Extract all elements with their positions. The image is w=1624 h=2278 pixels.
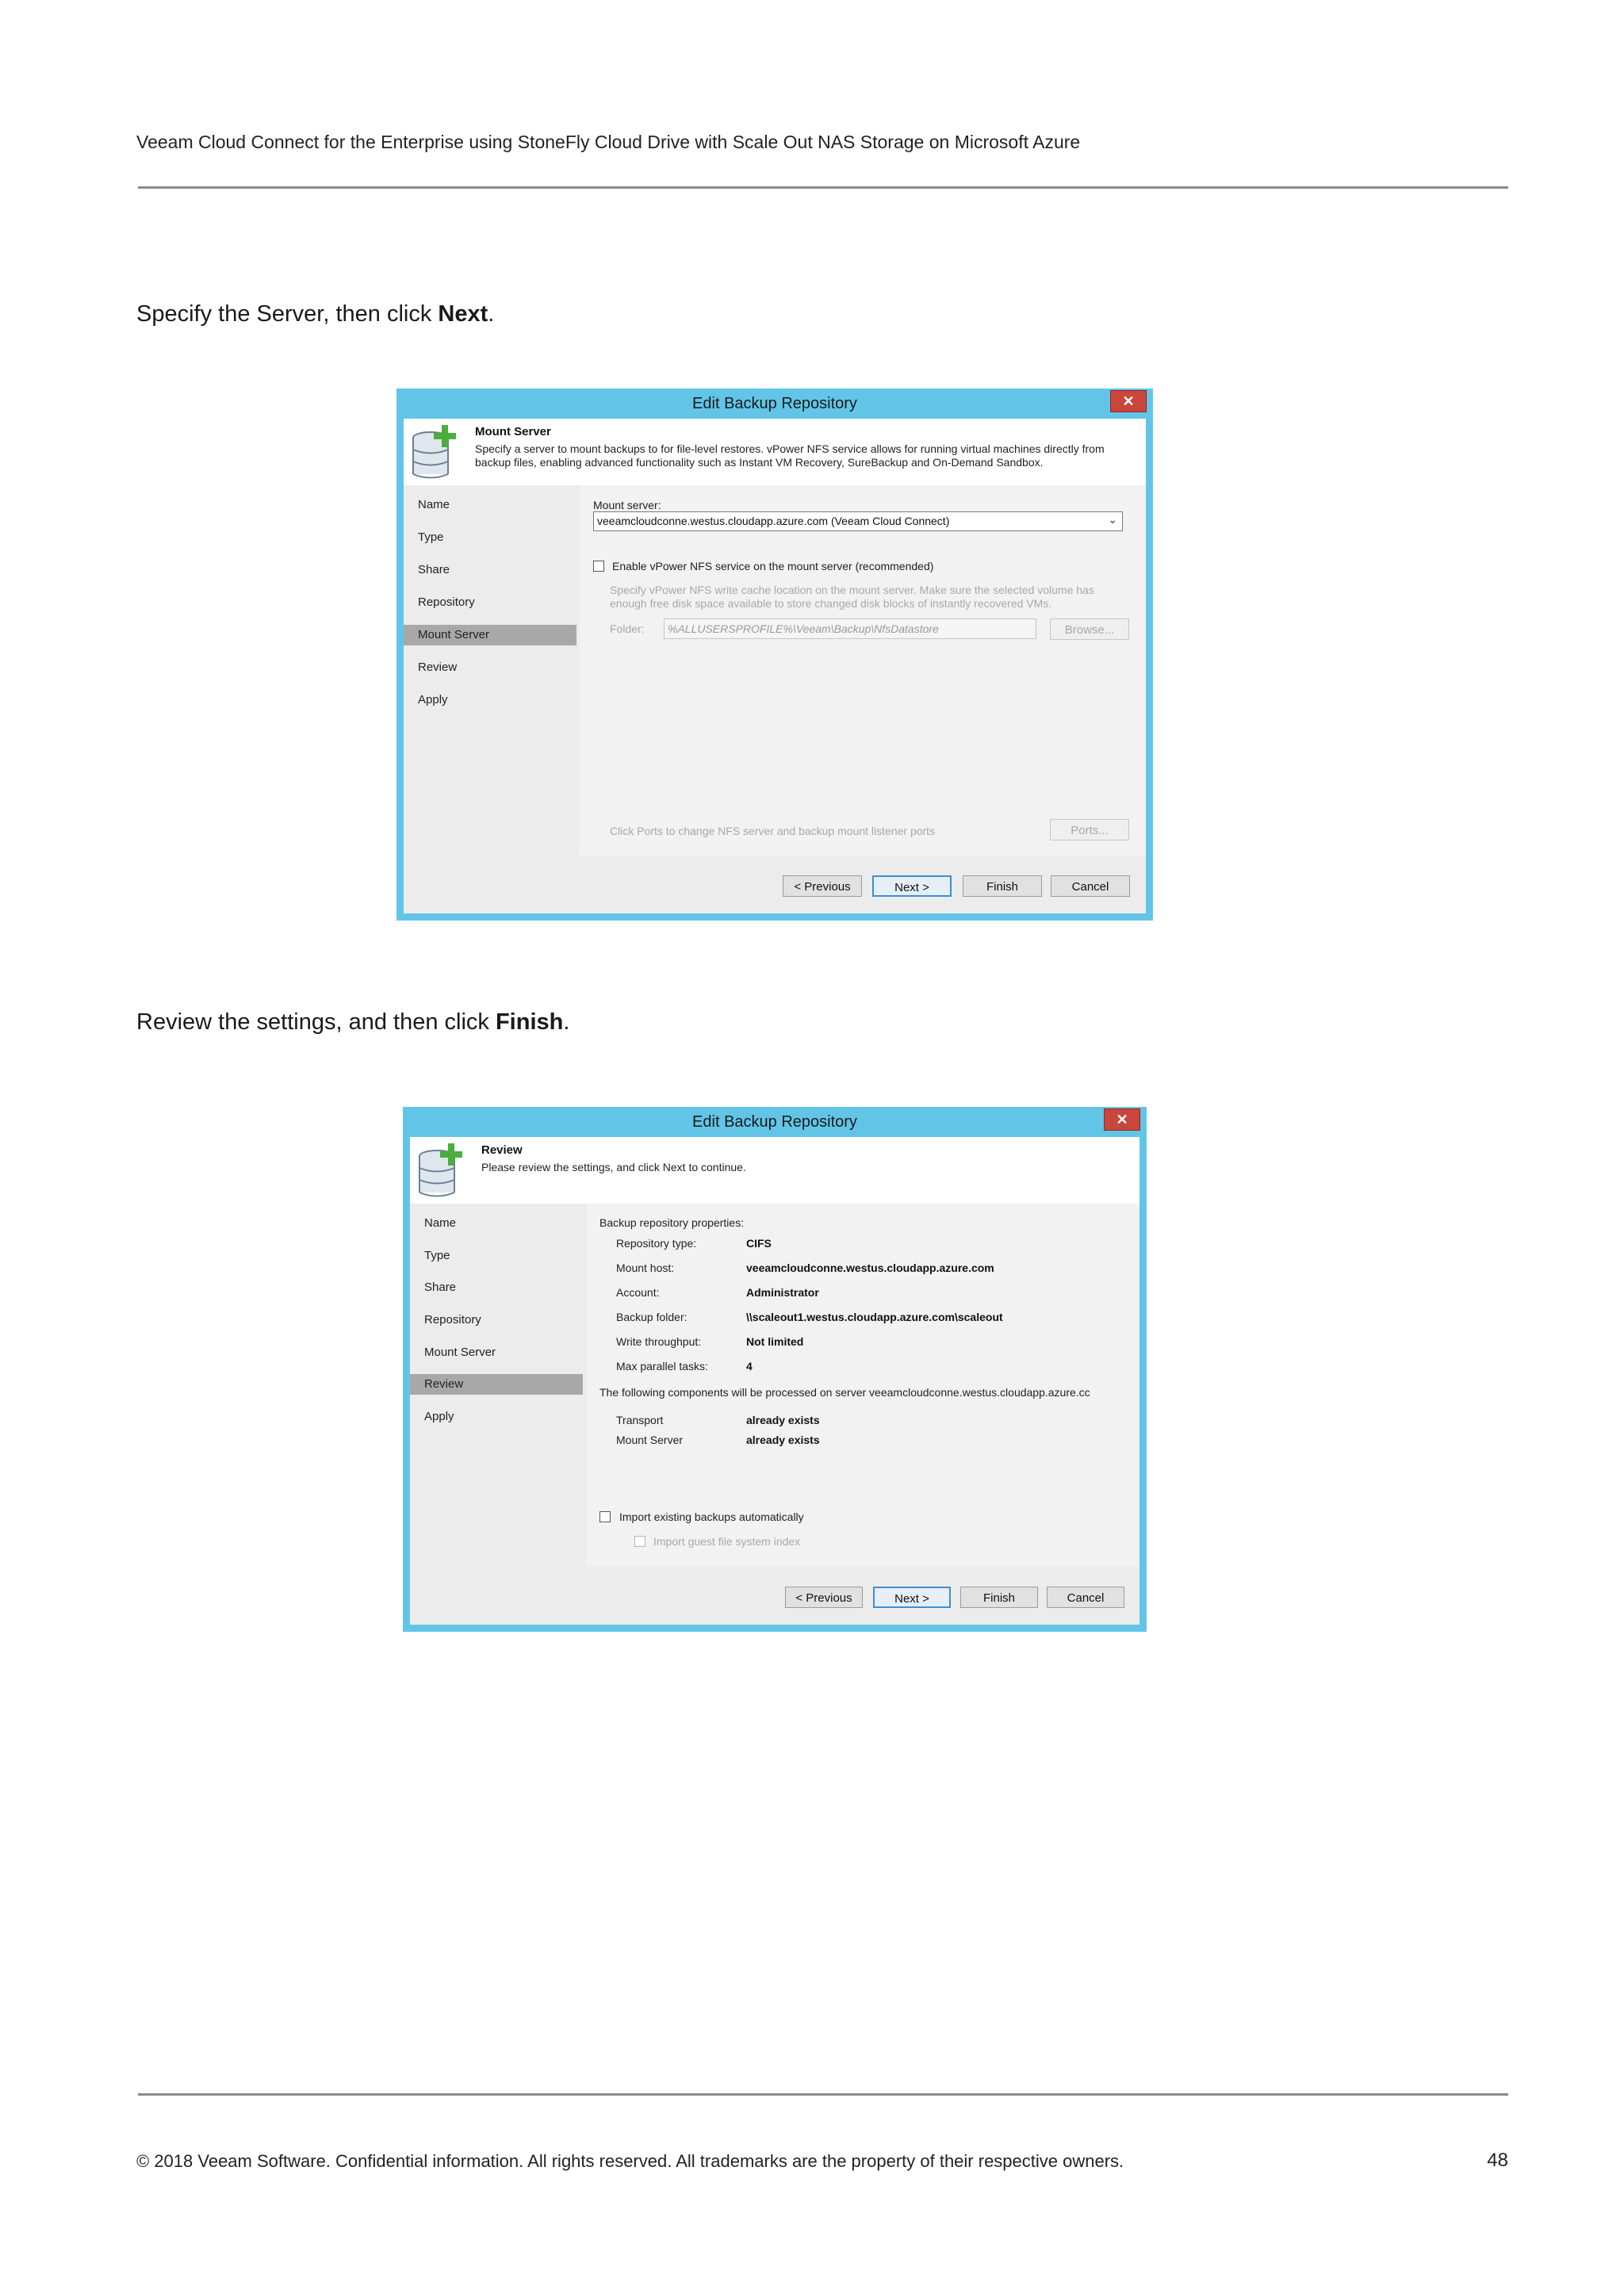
enable-vpower-nfs-label: Enable vPower NFS service on the mount s…	[612, 560, 934, 572]
header-divider	[138, 186, 1508, 189]
property-label: Write throughput:	[616, 1335, 702, 1348]
header-description: Please review the settings, and click Ne…	[481, 1161, 746, 1173]
properties-heading: Backup repository properties:	[599, 1216, 745, 1229]
folder-value: %ALLUSERSPROFILE%\Veeam\Backup\NfsDatast…	[668, 622, 939, 635]
nfs-write-cache-note: Specify vPower NFS write cache location …	[610, 584, 1094, 610]
property-value: CIFS	[746, 1237, 772, 1250]
dialog-footer: < Previous Next > Finish Cancel	[410, 1572, 1139, 1625]
finish-button[interactable]: Finish	[963, 875, 1042, 897]
wizard-steps: Name Type Share Repository Mount Server …	[410, 1204, 586, 1567]
import-existing-backups-checkbox[interactable]	[599, 1511, 611, 1522]
ports-button[interactable]: Ports...	[1050, 819, 1129, 840]
step-repository[interactable]: Repository	[410, 1310, 583, 1330]
property-label: Max parallel tasks:	[616, 1360, 708, 1373]
step-share[interactable]: Share	[404, 560, 576, 580]
copyright-footer: © 2018 Veeam Software. Confidential info…	[136, 2151, 1124, 2171]
folder-label: Folder:	[610, 622, 645, 635]
dialog-body: Review Please review the settings, and c…	[410, 1137, 1139, 1625]
footer-divider	[138, 2093, 1508, 2096]
component-label: Mount Server	[616, 1434, 684, 1446]
step-apply[interactable]: Apply	[410, 1407, 583, 1427]
property-value: Not limited	[746, 1335, 804, 1348]
step-type[interactable]: Type	[404, 527, 576, 548]
property-value: 4	[746, 1360, 753, 1373]
step-review[interactable]: Review	[404, 657, 576, 678]
wizard-content: Mount server: veeamcloudconne.westus.clo…	[580, 485, 1146, 856]
property-label: Backup folder:	[616, 1311, 688, 1323]
wizard-steps: Name Type Share Repository Mount Server …	[404, 485, 580, 856]
close-button[interactable]: ✕	[1104, 1108, 1140, 1131]
previous-button[interactable]: < Previous	[785, 1587, 863, 1608]
step-1-end: .	[488, 301, 495, 327]
dialog-header: Review Please review the settings, and c…	[410, 1137, 1139, 1204]
property-value: \\scaleout1.westus.cloudapp.azure.com\sc…	[746, 1311, 1003, 1323]
header-title: Mount Server	[475, 425, 551, 438]
mount-server-dropdown[interactable]: veeamcloudconne.westus.cloudapp.azure.co…	[593, 511, 1123, 531]
step-1-text: Specify the Server, then click	[136, 301, 439, 327]
property-label: Mount host:	[616, 1262, 675, 1274]
chevron-down-icon: ⌄	[1108, 513, 1117, 526]
database-add-icon	[419, 1143, 462, 1197]
property-label: Account:	[616, 1286, 660, 1299]
step-2-bold: Finish	[495, 1009, 564, 1035]
enable-vpower-nfs-checkbox[interactable]	[593, 561, 604, 572]
import-guest-index-label: Import guest file system index	[653, 1535, 801, 1548]
edit-backup-repository-dialog-review: Edit Backup Repository ✕ Review Please r…	[403, 1107, 1147, 1632]
finish-button[interactable]: Finish	[960, 1587, 1038, 1608]
component-status: already exists	[746, 1414, 820, 1426]
previous-button[interactable]: < Previous	[783, 875, 862, 897]
header-description: Specify a server to mount backups to for…	[475, 442, 1105, 469]
browse-button[interactable]: Browse...	[1050, 618, 1129, 640]
property-value: veeamcloudconne.westus.cloudapp.azure.co…	[746, 1262, 994, 1274]
step-apply[interactable]: Apply	[404, 690, 576, 710]
mount-server-label: Mount server:	[593, 499, 661, 511]
step-share[interactable]: Share	[410, 1277, 583, 1298]
next-button[interactable]: Next >	[873, 1587, 951, 1608]
import-existing-backups-label: Import existing backups automatically	[619, 1510, 804, 1523]
step-instruction-1: Specify the Server, then click Next.	[136, 301, 494, 327]
dialog-title: Edit Backup Repository	[692, 395, 857, 412]
step-mount-server[interactable]: Mount Server	[404, 625, 576, 645]
step-repository[interactable]: Repository	[404, 592, 576, 613]
step-name[interactable]: Name	[410, 1213, 583, 1234]
cancel-button[interactable]: Cancel	[1051, 875, 1130, 897]
step-review[interactable]: Review	[410, 1374, 583, 1395]
dialog-footer: < Previous Next > Finish Cancel	[404, 861, 1146, 913]
cancel-button[interactable]: Cancel	[1047, 1587, 1124, 1608]
component-label: Transport	[616, 1414, 664, 1426]
dialog-header: Mount Server Specify a server to mount b…	[404, 419, 1146, 485]
step-2-end: .	[563, 1009, 570, 1035]
step-2-text: Review the settings, and then click	[136, 1009, 496, 1035]
step-1-bold: Next	[438, 301, 488, 327]
close-button[interactable]: ✕	[1110, 390, 1147, 412]
import-guest-index-checkbox[interactable]	[634, 1536, 645, 1547]
step-instruction-2: Review the settings, and then click Fini…	[136, 1009, 569, 1036]
dialog-title: Edit Backup Repository	[692, 1113, 857, 1131]
step-type[interactable]: Type	[410, 1246, 583, 1266]
property-label: Repository type:	[616, 1237, 697, 1250]
property-value: Administrator	[746, 1286, 819, 1299]
dialog-body: Mount Server Specify a server to mount b…	[404, 419, 1146, 913]
next-button[interactable]: Next >	[872, 875, 952, 897]
step-name[interactable]: Name	[404, 495, 576, 515]
wizard-content: Backup repository properties: Repository…	[586, 1204, 1139, 1567]
folder-input[interactable]: %ALLUSERSPROFILE%\Veeam\Backup\NfsDatast…	[664, 618, 1036, 639]
page-number: 48	[1487, 2150, 1508, 2171]
edit-backup-repository-dialog-mount-server: Edit Backup Repository ✕ Mount Server Sp…	[396, 389, 1153, 921]
database-add-icon	[412, 425, 456, 479]
ports-note: Click Ports to change NFS server and bac…	[610, 825, 936, 837]
component-status: already exists	[746, 1434, 820, 1446]
step-mount-server[interactable]: Mount Server	[410, 1342, 583, 1363]
document-header: Veeam Cloud Connect for the Enterprise u…	[136, 132, 1081, 152]
header-title: Review	[481, 1143, 523, 1157]
components-heading: The following components will be process…	[599, 1386, 1090, 1399]
mount-server-value: veeamcloudconne.westus.cloudapp.azure.co…	[597, 515, 950, 527]
